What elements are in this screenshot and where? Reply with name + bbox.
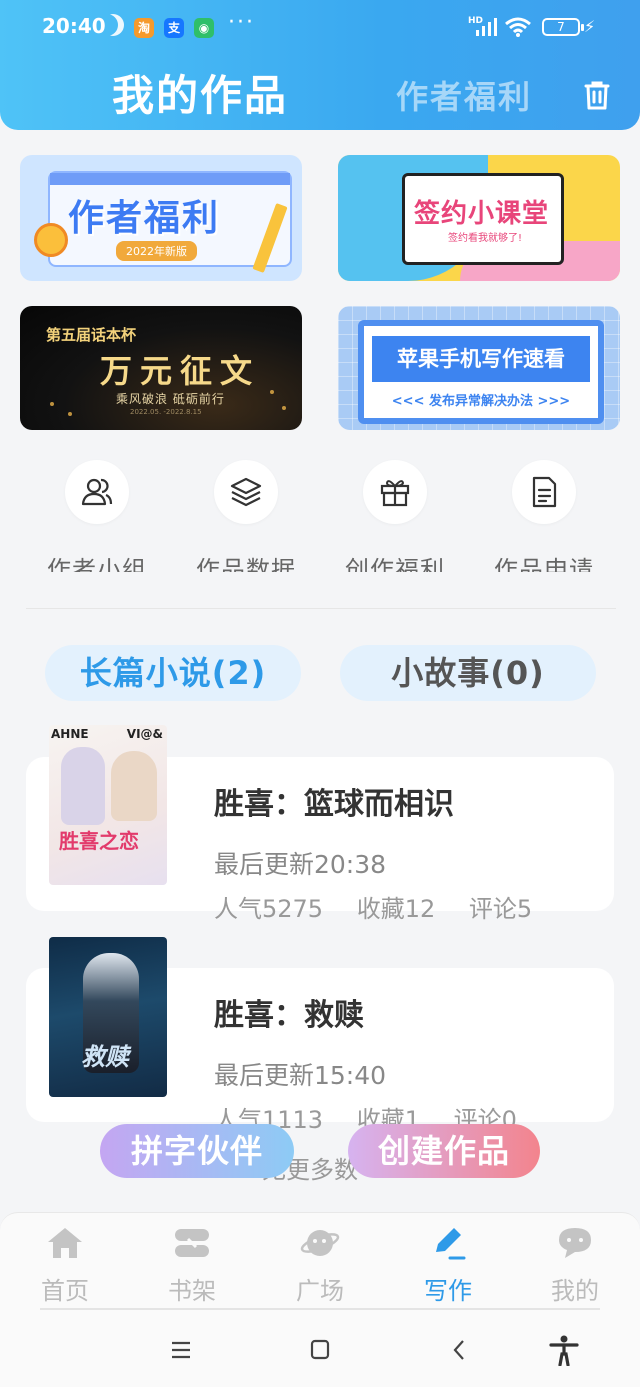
quick-label: 作品申请	[494, 556, 594, 572]
nav-home[interactable]: 首页	[15, 1225, 115, 1306]
banner-essay-contest[interactable]: 第五届话本杯 万元征文 乘风破浪 砥砺前行 2022.05. -2022.8.1…	[20, 306, 302, 430]
work-last-update: 最后更新20:38	[214, 850, 387, 879]
banner-dates: 2022.05. -2022.8.15	[130, 408, 202, 416]
menu-icon[interactable]	[163, 1334, 199, 1366]
banner-subtitle: <<< 发布异常解决办法 >>>	[391, 394, 571, 409]
nav-bookshelf[interactable]: 书架	[142, 1225, 242, 1306]
moon-icon	[102, 14, 124, 36]
tab-short-stories[interactable]: 小故事(0)	[340, 645, 596, 701]
spark-decoration	[50, 402, 54, 406]
home-square-icon[interactable]	[302, 1334, 338, 1366]
alipay-icon: 支	[164, 18, 184, 38]
gift-icon	[380, 480, 410, 507]
partner-button[interactable]: 拼字伙伴	[100, 1124, 294, 1178]
work-comments: 评论5	[468, 895, 533, 923]
banner-title: 万元征文	[100, 352, 261, 390]
clock-icon	[34, 223, 68, 257]
nav-label: 首页	[41, 1277, 89, 1305]
chat-icon	[559, 1228, 591, 1258]
accessibility-icon[interactable]	[546, 1334, 582, 1366]
spark-decoration	[282, 406, 286, 410]
quick-label: 作品数据	[196, 556, 296, 572]
work-favorites: 收藏12	[356, 895, 436, 923]
spark-decoration	[68, 412, 72, 416]
cover-figure	[111, 751, 157, 821]
cover-text: VI@&	[126, 727, 163, 741]
work-title: 胜喜：篮球而相识	[214, 787, 454, 822]
home-icon	[48, 1228, 82, 1258]
work-stats: 人气5275 收藏12 评论5	[214, 889, 558, 924]
more-notifications-icon: ···	[228, 10, 255, 35]
tab-author-welfare[interactable]: 作者福利	[396, 72, 532, 118]
nav-divider	[40, 1308, 600, 1310]
layers-icon	[230, 477, 262, 507]
work-cover[interactable]: AHNE VI@& 胜喜之恋	[49, 725, 167, 885]
work-cover[interactable]: 救赎	[49, 937, 167, 1097]
charging-icon: ⚡	[584, 17, 596, 36]
divider	[26, 608, 616, 609]
banner-title: 作者福利	[68, 198, 221, 239]
quick-author-group[interactable]: 作者小组	[32, 460, 162, 572]
nav-label: 书架	[168, 1277, 216, 1305]
nav-label: 广场	[296, 1277, 344, 1305]
signal-icon	[476, 18, 497, 36]
create-work-button[interactable]: 创建作品	[348, 1124, 540, 1178]
pen-icon	[436, 1228, 466, 1260]
wifi-icon	[505, 17, 531, 37]
quick-creation-welfare[interactable]: 创作福利	[330, 460, 460, 572]
cover-title: 胜喜之恋	[59, 829, 139, 853]
tab-my-works[interactable]: 我的作品	[112, 62, 288, 123]
banner-title: 苹果手机写作速看	[372, 336, 590, 382]
quick-label: 创作福利	[345, 556, 445, 572]
battery-icon: 7	[542, 18, 584, 36]
banner-subtitle: 签约看我就够了!	[448, 233, 523, 244]
quick-label: 作者小组	[47, 556, 147, 572]
banner-signing-class[interactable]: 签约小课堂 签约看我就够了!	[338, 155, 620, 281]
quick-works-application[interactable]: 作品申请	[479, 460, 609, 572]
bottom-nav: 首页 书架 广场 写作 我的	[0, 1212, 640, 1312]
banner-author-welfare[interactable]: 作者福利 2022年新版	[20, 155, 302, 281]
nav-label: 写作	[424, 1277, 472, 1305]
work-title: 胜喜：救赎	[214, 998, 364, 1033]
bookshelf-icon	[175, 1229, 209, 1257]
quick-works-data[interactable]: 作品数据	[181, 460, 311, 572]
banner-title: 签约小课堂	[414, 199, 550, 229]
nav-label: 我的	[551, 1277, 599, 1305]
banner-iphone-writing[interactable]: 苹果手机写作速看 <<< 发布异常解决办法 >>>	[338, 306, 620, 430]
status-bar: 20:40 淘 支 ◉ ··· HD 7 ⚡	[0, 0, 640, 56]
trash-icon[interactable]	[580, 78, 614, 112]
tab-long-novels[interactable]: 长篇小说(2)	[45, 645, 301, 701]
status-time: 20:40	[42, 14, 106, 38]
planet-icon	[300, 1230, 340, 1256]
back-icon[interactable]	[442, 1334, 478, 1366]
work-last-update: 最后更新15:40	[214, 1061, 387, 1090]
cover-title: 救赎	[81, 1043, 129, 1071]
spark-decoration	[270, 390, 274, 394]
users-icon	[81, 478, 113, 506]
header-bar: 20:40 淘 支 ◉ ··· HD 7 ⚡ 我的作品 作者福利	[0, 0, 640, 130]
nav-square[interactable]: 广场	[270, 1225, 370, 1306]
system-nav-bar	[0, 1312, 640, 1387]
banner-top-text: 第五届话本杯	[46, 326, 137, 344]
cover-text: AHNE	[51, 727, 89, 741]
document-icon	[532, 476, 557, 508]
banner-subtitle: 乘风破浪 砥砺前行	[116, 392, 225, 406]
nav-writing[interactable]: 写作	[398, 1225, 498, 1306]
banner-subtitle: 2022年新版	[116, 241, 197, 261]
nav-mine[interactable]: 我的	[525, 1225, 625, 1306]
work-popularity: 人气5275	[214, 895, 324, 923]
security-app-icon: ◉	[194, 18, 214, 38]
cover-figure	[61, 747, 105, 825]
taobao-icon: 淘	[134, 18, 154, 38]
